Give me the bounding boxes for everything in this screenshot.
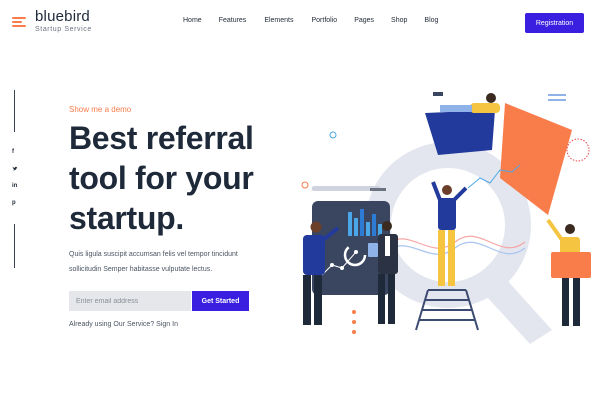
- signin-line: Already using Our Service? Sign In: [69, 321, 178, 328]
- hero-headline: Best referral tool for your startup.: [69, 120, 254, 236]
- nav-features[interactable]: Features: [219, 17, 247, 24]
- get-started-button[interactable]: Get Started: [192, 291, 249, 311]
- rail-divider-bottom: [14, 224, 15, 268]
- nav-home[interactable]: Home: [183, 17, 202, 24]
- brand-tagline: Startup Service: [35, 26, 92, 33]
- signin-prefix: Already using Our Service?: [69, 321, 155, 328]
- hero-illustration: [301, 92, 591, 344]
- nav-shop[interactable]: Shop: [391, 17, 407, 24]
- nav-elements[interactable]: Elements: [264, 17, 293, 24]
- decor-stripe-circle: [566, 138, 590, 162]
- main-nav: Home Features Elements Portfolio Pages S…: [183, 17, 438, 24]
- site-header: bluebird Startup Service Home Features E…: [0, 0, 600, 44]
- facebook-icon[interactable]: f: [12, 149, 14, 155]
- nav-blog[interactable]: Blog: [424, 17, 438, 24]
- brand-name: bluebird: [35, 8, 90, 25]
- linkedin-icon[interactable]: in: [12, 183, 17, 189]
- pinterest-icon[interactable]: p: [12, 200, 16, 206]
- logo[interactable]: bluebird Startup Service: [35, 9, 92, 33]
- person-reclining: [433, 92, 500, 113]
- registration-button[interactable]: Registration: [525, 13, 584, 33]
- email-input[interactable]: [69, 291, 191, 311]
- hero-eyebrow: Show me a demo: [69, 105, 132, 114]
- menu-icon[interactable]: [12, 17, 26, 27]
- rail-divider-top: [14, 90, 15, 132]
- decor-circle: [301, 181, 309, 189]
- donut-chart-graphic: [365, 103, 572, 344]
- person-climbing: [431, 181, 468, 286]
- twitter-icon[interactable]: [12, 166, 18, 174]
- decor-circle: [329, 131, 337, 139]
- nav-pages[interactable]: Pages: [354, 17, 374, 24]
- nav-portfolio[interactable]: Portfolio: [312, 17, 338, 24]
- person-holding-box: [546, 218, 591, 326]
- hero-lead: Quis ligula suscipit accumsan felis vel …: [69, 251, 238, 273]
- signin-link[interactable]: Sign In: [156, 321, 178, 328]
